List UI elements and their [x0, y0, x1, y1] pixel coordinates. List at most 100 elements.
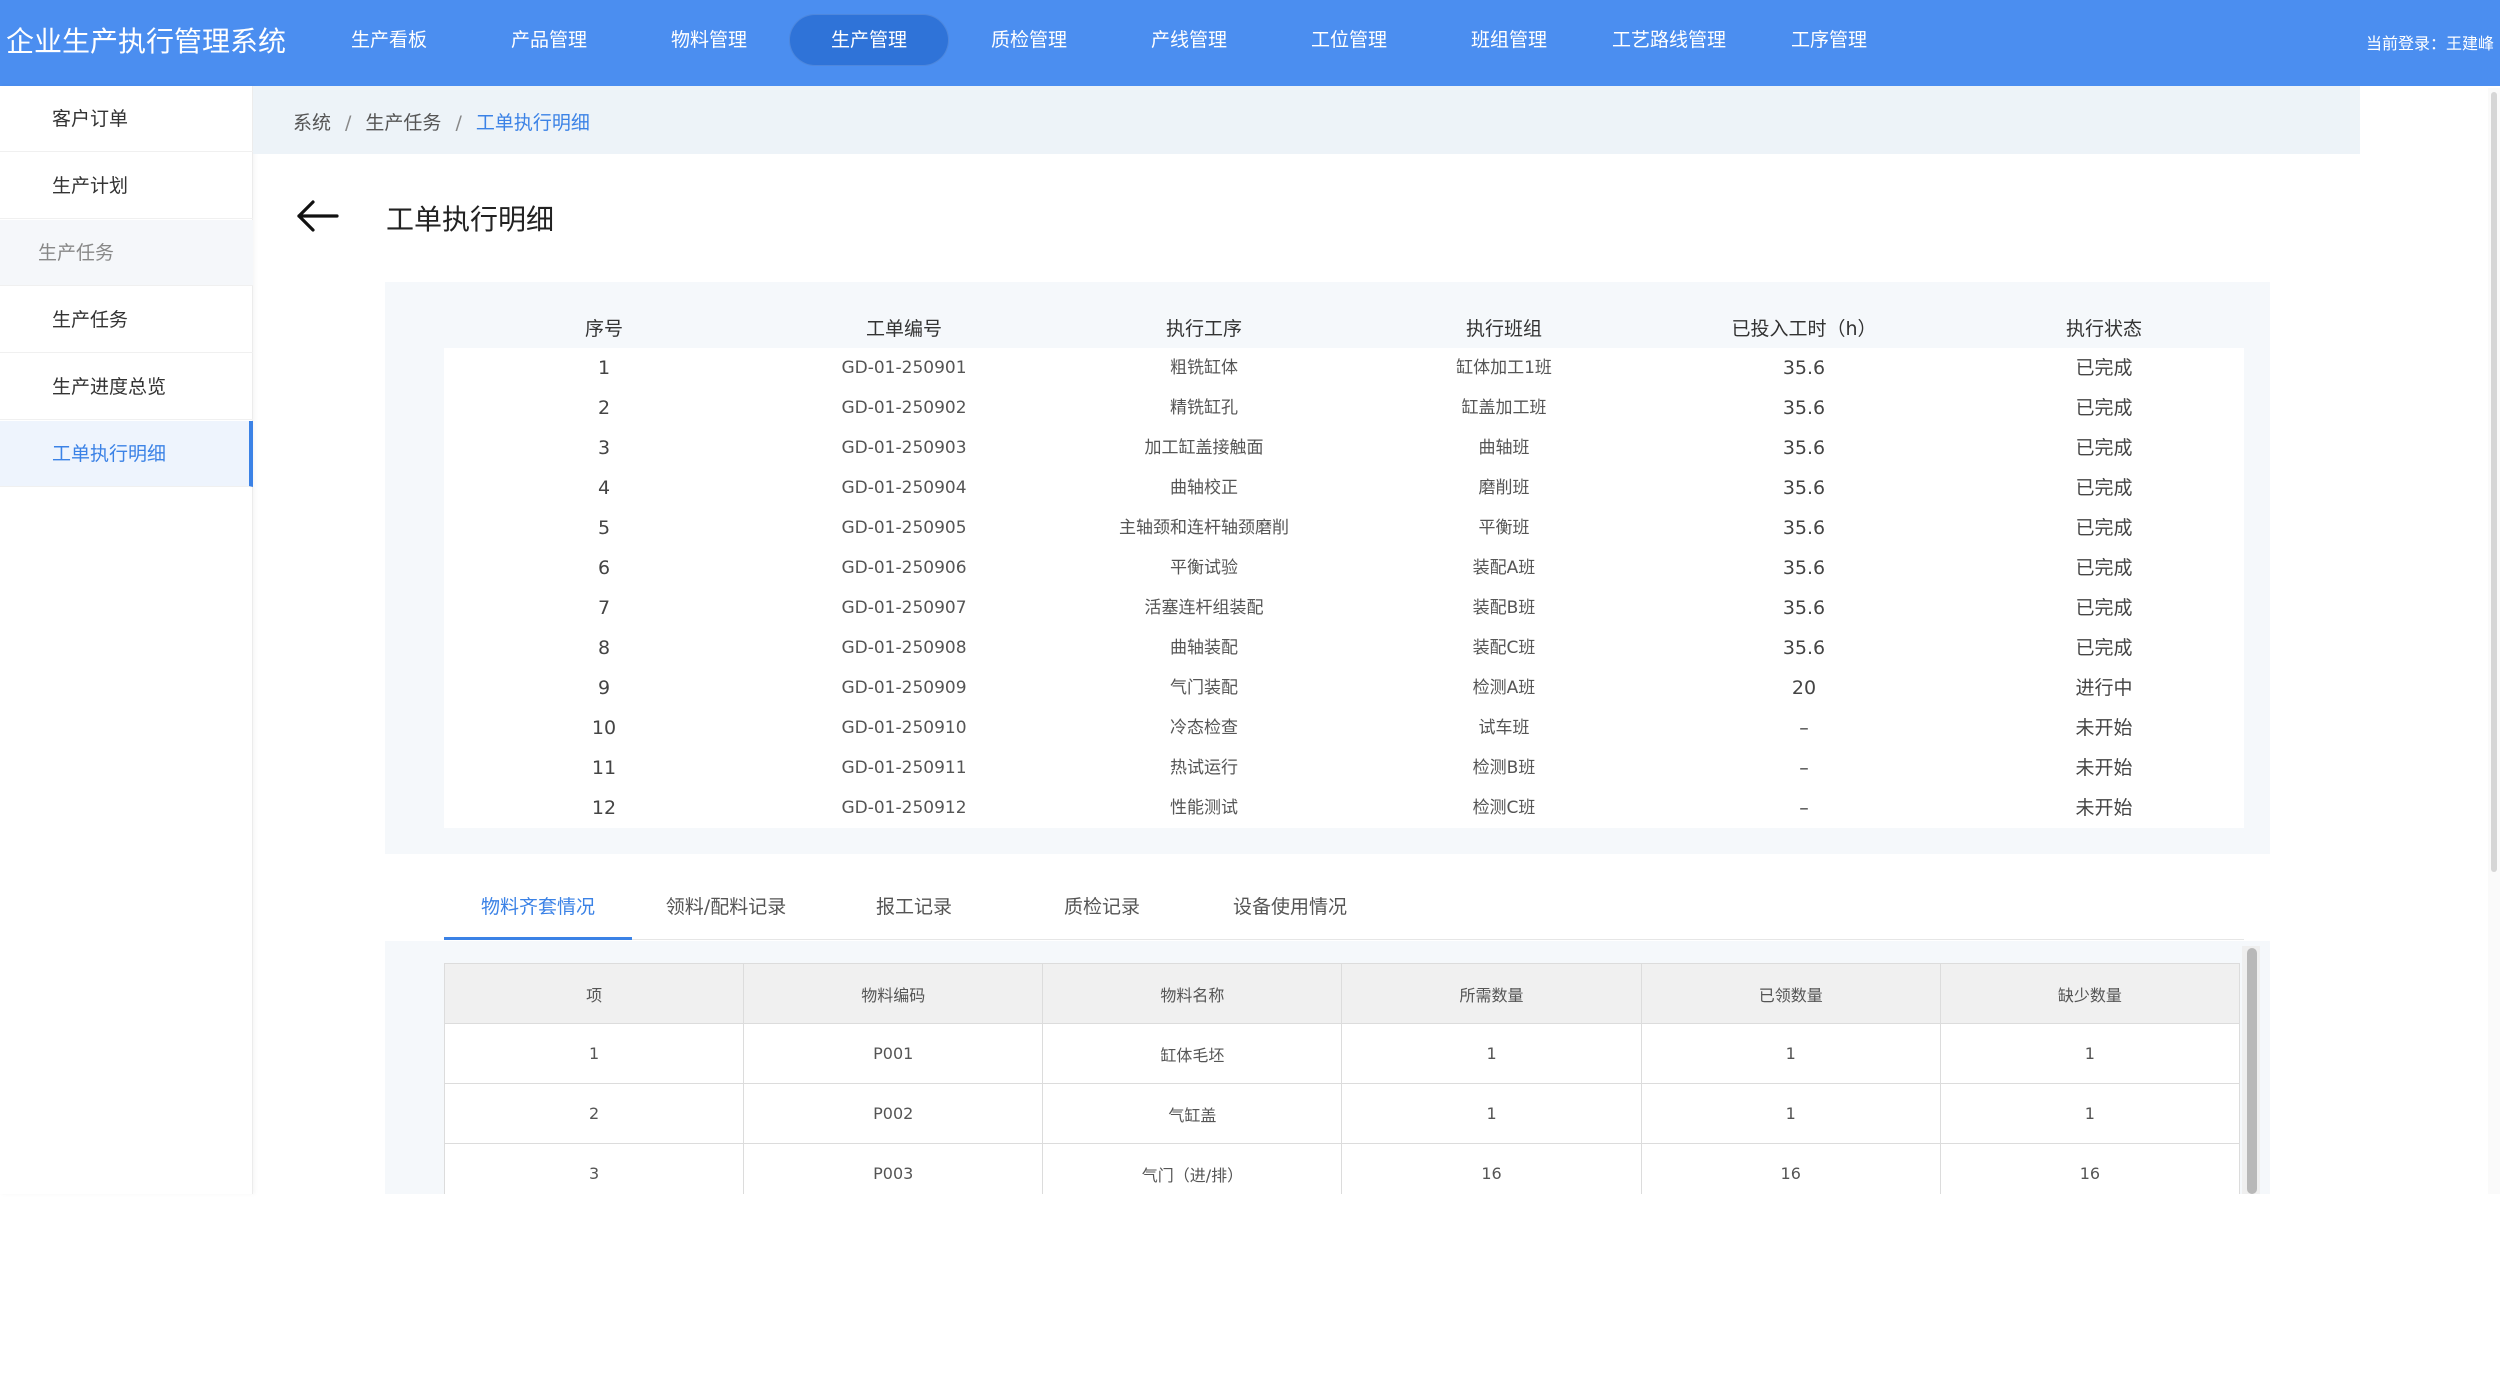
table-row[interactable]: 2 GD-01-250902 精铣缸孔 缸盖加工班 35.6 已完成 [444, 388, 2244, 428]
nav-item-products[interactable]: 产品管理 [469, 14, 629, 66]
cell-index: 3 [597, 437, 611, 459]
page-scrollbar-thumb[interactable] [2491, 92, 2497, 872]
table-header-row: 项 物料编码 物料名称 所需数量 已领数量 缺少数量 [443, 963, 2241, 1024]
cell-status: 已完成 [2075, 437, 2133, 459]
cell-material-name: 气门（进/排） [1042, 1143, 1343, 1194]
table-row[interactable]: 6 GD-01-250906 平衡试验 装配A班 35.6 已完成 [444, 548, 2244, 588]
cell-team: 缸体加工1班 [1456, 358, 1552, 378]
cell-material-code: P001 [743, 1023, 1044, 1084]
cell-material-code: P002 [743, 1083, 1044, 1144]
table-row[interactable]: 1 P001 缸体毛坯 1 1 1 [443, 1023, 2241, 1084]
table-row[interactable]: 11 GD-01-250911 热试运行 检测B班 – 未开始 [444, 748, 2244, 788]
cell-operation: 热试运行 [1170, 758, 1238, 778]
cell-hours: 35.6 [1782, 637, 1826, 659]
cell-team: 检测C班 [1472, 798, 1536, 818]
cell-team: 装配C班 [1472, 638, 1536, 658]
cell-index: 9 [597, 677, 611, 699]
cell-index: 6 [597, 557, 611, 579]
nav-item-routes[interactable]: 工艺路线管理 [1589, 14, 1749, 66]
nav-item-dashboard[interactable]: 生产看板 [309, 14, 469, 66]
table-row[interactable]: 3 GD-01-250903 加工缸盖接触面 曲轴班 35.6 已完成 [444, 428, 2244, 468]
column-header: 已领数量 [1640, 963, 1941, 1024]
tab-material-kitting[interactable]: 物料齐套情况 [444, 880, 632, 940]
nav-item-lines[interactable]: 产线管理 [1109, 14, 1269, 66]
table-row[interactable]: 12 GD-01-250912 性能测试 检测C班 – 未开始 [444, 788, 2244, 828]
cell-hours: 35.6 [1782, 517, 1826, 539]
table-body: 1 P001 缸体毛坯 1 1 1 2 P002 气缸盖 1 1 1 3 P003 气门（进/排） 16 16 1… [443, 1023, 2241, 1194]
cell-index: 5 [597, 517, 611, 539]
nav-item-stations[interactable]: 工位管理 [1269, 14, 1429, 66]
sidebar-item-work-order-detail[interactable]: 工单执行明细 [0, 421, 253, 487]
materials-panel: 项 物料编码 物料名称 所需数量 已领数量 缺少数量 1 P001 缸体毛坯 1 1 1 2… [385, 941, 2270, 1194]
table-row[interactable]: 10 GD-01-250910 冷态检查 试车班 – 未开始 [444, 708, 2244, 748]
column-header: 项 [443, 963, 745, 1024]
breadcrumb-item-system[interactable]: 系统 [293, 112, 331, 134]
cell-operation: 平衡试验 [1170, 558, 1238, 578]
column-header: 执行状态 [2065, 318, 2142, 340]
sidebar-item-production-plan[interactable]: 生产计划 [0, 153, 253, 219]
cell-index: 2 [597, 397, 611, 419]
table-row[interactable]: 3 P003 气门（进/排） 16 16 16 [443, 1143, 2241, 1194]
cell-hours: 20 [1791, 677, 1817, 699]
table-row[interactable]: 9 GD-01-250909 气门装配 检测A班 20 进行中 [444, 668, 2244, 708]
cell-order-no: GD-01-250903 [841, 438, 967, 458]
cell-material-code: P003 [743, 1143, 1044, 1194]
table-row[interactable]: 8 GD-01-250908 曲轴装配 装配C班 35.6 已完成 [444, 628, 2244, 668]
current-user-label: 当前登录：王建峰 [2365, 34, 2494, 53]
cell-order-no: GD-01-250905 [841, 518, 967, 538]
cell-index: 12 [591, 797, 617, 819]
breadcrumb-item-production-task[interactable]: 生产任务 [365, 112, 441, 134]
back-button[interactable] [295, 196, 341, 236]
cell-order-no: GD-01-250909 [841, 678, 967, 698]
cell-required-qty: 1 [1341, 1023, 1642, 1084]
sidebar: 客户订单 生产计划 生产任务 生产任务 生产进度总览 工单执行明细 [0, 86, 253, 1194]
materials-scrollbar-thumb[interactable] [2247, 948, 2257, 1194]
cell-order-no: GD-01-250901 [841, 358, 967, 378]
nav-item-operations[interactable]: 工序管理 [1749, 14, 1909, 66]
nav-item-production[interactable]: 生产管理 [789, 14, 949, 66]
tab-inspection-records[interactable]: 质检记录 [1008, 880, 1196, 940]
cell-status: 已完成 [2075, 397, 2133, 419]
tab-equipment-usage[interactable]: 设备使用情况 [1196, 880, 1384, 940]
cell-status: 已完成 [2075, 477, 2133, 499]
cell-hours: 35.6 [1782, 597, 1826, 619]
column-header: 序号 [584, 318, 623, 340]
cell-operation: 曲轴装配 [1170, 638, 1238, 658]
nav-item-teams[interactable]: 班组管理 [1429, 14, 1589, 66]
nav-item-materials[interactable]: 物料管理 [629, 14, 789, 66]
tab-work-report-records[interactable]: 报工记录 [820, 880, 1008, 940]
cell-index: 11 [591, 757, 617, 779]
breadcrumb-separator: / [345, 112, 352, 134]
table-row[interactable]: 5 GD-01-250905 主轴颈和连杆轴颈磨削 平衡班 35.6 已完成 [444, 508, 2244, 548]
column-header: 物料编码 [743, 963, 1044, 1024]
sidebar-item-production-task[interactable]: 生产任务 [0, 287, 253, 353]
table-row[interactable]: 1 GD-01-250901 粗铣缸体 缸体加工1班 35.6 已完成 [444, 348, 2244, 388]
cell-team: 缸盖加工班 [1461, 398, 1547, 418]
table-row[interactable]: 7 GD-01-250907 活塞连杆组装配 装配B班 35.6 已完成 [444, 588, 2244, 628]
cell-index: 7 [597, 597, 611, 619]
cell-order-no: GD-01-250906 [841, 558, 967, 578]
sidebar-item-customer-orders[interactable]: 客户订单 [0, 86, 253, 152]
page-title: 工单执行明细 [386, 203, 555, 236]
cell-status: 已完成 [2075, 637, 2133, 659]
cell-shortage-qty: 1 [1939, 1083, 2241, 1144]
cell-order-no: GD-01-250910 [841, 718, 967, 738]
cell-status: 未开始 [2075, 717, 2133, 739]
cell-hours: – [1799, 797, 1809, 819]
cell-team: 装配B班 [1472, 598, 1536, 618]
table-row[interactable]: 2 P002 气缸盖 1 1 1 [443, 1083, 2241, 1144]
cell-index: 10 [591, 717, 617, 739]
sidebar-item-progress-overview[interactable]: 生产进度总览 [0, 354, 253, 420]
nav-item-quality[interactable]: 质检管理 [949, 14, 1109, 66]
tab-picking-records[interactable]: 领料/配料记录 [632, 880, 820, 940]
cell-team: 试车班 [1478, 718, 1530, 738]
cell-status: 已完成 [2075, 597, 2133, 619]
cell-hours: 35.6 [1782, 397, 1826, 419]
cell-index: 1 [597, 357, 611, 379]
cell-status: 已完成 [2075, 357, 2133, 379]
cell-item: 1 [443, 1023, 745, 1084]
table-row[interactable]: 4 GD-01-250904 曲轴校正 磨削班 35.6 已完成 [444, 468, 2244, 508]
cell-material-name: 气缸盖 [1042, 1083, 1343, 1144]
app-title: 企业生产执行管理系统 [6, 25, 287, 58]
detail-tabs: 物料齐套情况 领料/配料记录 报工记录 质检记录 设备使用情况 [444, 880, 2244, 940]
